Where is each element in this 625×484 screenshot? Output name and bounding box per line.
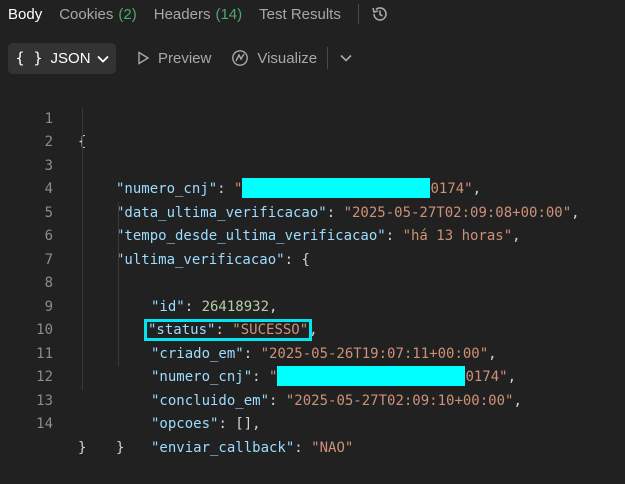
json-key: "enviar_callback" bbox=[151, 439, 295, 456]
indent-guide bbox=[118, 225, 119, 249]
indent-guide bbox=[118, 201, 119, 225]
code-line: 10 "concluido_em": "2025-05-27T02:09:10+… bbox=[0, 295, 625, 409]
response-tabs: Body Cookies (2) Headers (14) Test Resul… bbox=[0, 0, 625, 28]
tab-headers-count: (14) bbox=[215, 5, 243, 23]
indent-guide bbox=[82, 131, 83, 155]
code-line: 5 "ultima_verificacao": { bbox=[0, 178, 625, 268]
indent-guide bbox=[82, 201, 83, 225]
code-line: 13 } bbox=[0, 366, 625, 456]
code-text: } bbox=[116, 437, 124, 461]
tab-cookies-count: (2) bbox=[118, 5, 137, 23]
json-value: [] bbox=[235, 416, 253, 432]
tab-test-results-label: Test Results bbox=[259, 5, 341, 23]
history-icon[interactable] bbox=[369, 3, 391, 25]
close-brace: } bbox=[116, 439, 125, 456]
indent-guide bbox=[82, 319, 83, 343]
indent-guide bbox=[82, 225, 83, 249]
indent-guide bbox=[82, 178, 83, 202]
indent-guide bbox=[118, 248, 119, 272]
code-line: 14 } bbox=[0, 390, 625, 456]
indent-guide bbox=[82, 366, 83, 390]
tab-cookies[interactable]: Cookies (2) bbox=[59, 0, 137, 28]
line-number: 14 bbox=[36, 416, 53, 432]
format-label: JSON bbox=[50, 49, 91, 67]
json-editor[interactable]: 1 { 2 "numero_cnj": "0174", 3 "data_ulti… bbox=[0, 84, 625, 456]
response-toolbar: { } JSON Preview Visualize bbox=[0, 42, 625, 74]
braces-icon: { } bbox=[15, 49, 43, 67]
code-line: 7 "status": "SUCESSO", bbox=[0, 225, 625, 341]
more-options-chevron-icon[interactable] bbox=[340, 54, 352, 62]
indent-guide bbox=[82, 154, 83, 178]
indent-guide bbox=[82, 295, 83, 319]
close-brace: } bbox=[78, 439, 87, 456]
indent-guide bbox=[118, 295, 119, 319]
code-line: 9 "numero_cnj": " 0174", bbox=[0, 272, 625, 386]
code-line: 6 "id": 26418932, bbox=[0, 201, 625, 315]
tab-test-results[interactable]: Test Results bbox=[259, 0, 341, 28]
tab-headers-label: Headers bbox=[153, 5, 211, 23]
preview-button[interactable]: Preview bbox=[136, 50, 211, 67]
tab-body-label: Body bbox=[8, 5, 43, 23]
indent-guide bbox=[82, 342, 83, 366]
format-dropdown[interactable]: { } JSON bbox=[8, 42, 116, 74]
code-text: "opcoes": [], bbox=[151, 416, 261, 432]
visualize-button[interactable]: Visualize bbox=[231, 49, 317, 67]
code-line: 3 "data_ultima_verificacao": "2025-05-27… bbox=[0, 131, 625, 221]
code-line: 4 "tempo_desde_ultima_verificacao": "há … bbox=[0, 154, 625, 244]
code-line: 1 { bbox=[0, 84, 625, 151]
indent-guide bbox=[82, 248, 83, 272]
code-text: } bbox=[78, 437, 86, 461]
code-text: "enviar_callback": "NAO" bbox=[151, 439, 354, 456]
indent-guide bbox=[82, 107, 83, 131]
play-icon bbox=[136, 51, 150, 65]
tabs-divider bbox=[357, 4, 359, 24]
json-value: "NAO" bbox=[311, 439, 354, 456]
code-line: 8 "criado_em": "2025-05-26T19:07:11+00:0… bbox=[0, 248, 625, 362]
tab-headers[interactable]: Headers (14) bbox=[154, 0, 242, 28]
indent-guide bbox=[118, 342, 119, 366]
tab-cookies-label: Cookies bbox=[59, 5, 114, 23]
json-key: "opcoes" bbox=[151, 416, 219, 432]
visualize-label: Visualize bbox=[257, 49, 318, 67]
indent-guide bbox=[118, 319, 119, 343]
tab-body[interactable]: Body bbox=[8, 0, 42, 28]
preview-label: Preview bbox=[158, 49, 212, 67]
chevron-down-icon bbox=[96, 50, 109, 67]
code-line: 12 "enviar_callback": "NAO" bbox=[0, 342, 625, 456]
code-line: 11 "opcoes": [], bbox=[0, 319, 625, 432]
indent-guide bbox=[82, 272, 83, 296]
toolbar-divider bbox=[327, 47, 329, 69]
code-line: 2 "numero_cnj": " 0174", bbox=[0, 107, 625, 198]
visualize-icon bbox=[231, 49, 249, 67]
indent-guide bbox=[118, 272, 119, 296]
